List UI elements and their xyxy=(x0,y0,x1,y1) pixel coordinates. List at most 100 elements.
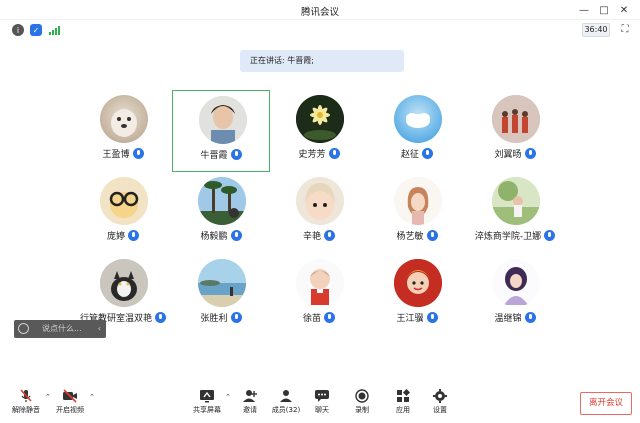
close-icon[interactable]: ✕ xyxy=(614,2,634,18)
participant-tile[interactable]: 王盈博 xyxy=(74,90,172,172)
chat-placeholder: 说点什么... xyxy=(42,324,82,333)
members-icon xyxy=(278,389,294,403)
participant-tile[interactable]: 庞婷 xyxy=(74,172,172,254)
participant-tile[interactable]: 辛艳 xyxy=(270,172,368,254)
microphone-icon xyxy=(132,148,144,159)
bottom-toolbar: 解除静音 ⌃ 开启视频 ⌃ 共享屏幕 ⌃ 邀请 成员(32) 聊天 录制 应用 … xyxy=(0,383,640,423)
window-title: 腾讯会议 xyxy=(300,7,339,18)
microphone-icon xyxy=(328,148,340,159)
participant-tile[interactable]: 淬炼商学院-卫娜 xyxy=(466,172,564,254)
start-video-button[interactable]: 开启视频 xyxy=(50,389,90,419)
shield-icon[interactable]: ✓ xyxy=(30,24,42,36)
chat-label: 聊天 xyxy=(315,406,329,414)
info-icon[interactable]: i xyxy=(12,24,24,36)
signal-icon[interactable] xyxy=(48,24,60,36)
share-screen-button[interactable]: 共享屏幕 xyxy=(187,389,227,419)
apps-icon xyxy=(395,388,411,403)
avatar xyxy=(198,259,246,307)
emoji-icon[interactable] xyxy=(18,323,29,334)
participant-name: 牛晋霞 xyxy=(200,151,228,161)
window-controls: — □ ✕ xyxy=(574,2,634,18)
chat-button[interactable]: 聊天 xyxy=(302,389,342,419)
participant-name: 赵征 xyxy=(400,150,419,160)
share-screen-label: 共享屏幕 xyxy=(193,406,221,414)
settings-label: 设置 xyxy=(433,406,447,414)
record-label: 录制 xyxy=(355,406,369,414)
participant-name: 徐苗 xyxy=(302,314,321,324)
speaking-banner: 正在讲话: 牛晋霞; xyxy=(240,50,404,72)
invite-button[interactable]: 邀请 xyxy=(230,389,270,419)
participant-tile[interactable]: 杨艺敏 xyxy=(368,172,466,254)
participant-name: 王江骥 xyxy=(396,314,424,324)
microphone-icon xyxy=(230,230,242,241)
members-label: 成员(32) xyxy=(271,406,301,414)
avatar xyxy=(296,259,344,307)
apps-button[interactable]: 应用 xyxy=(383,388,423,419)
share-screen-icon xyxy=(199,389,215,403)
participant-tile[interactable]: 杨毅鹏 xyxy=(172,172,270,254)
record-button[interactable]: 录制 xyxy=(342,389,382,419)
microphone-icon xyxy=(524,148,536,159)
unmute-label: 解除静音 xyxy=(12,406,40,414)
participant-name: 张胜利 xyxy=(200,314,228,324)
gear-icon xyxy=(432,389,448,403)
participant-name: 史芳芳 xyxy=(298,150,326,160)
microphone-icon xyxy=(155,312,166,323)
participant-name: 辛艳 xyxy=(302,232,321,242)
avatar xyxy=(296,95,344,143)
settings-button[interactable]: 设置 xyxy=(420,389,460,419)
chat-quick-input[interactable]: 说点什么... ‹ xyxy=(14,320,106,338)
participant-name: 刘翼旸 xyxy=(494,150,522,160)
participant-name: 杨毅鹏 xyxy=(200,232,228,242)
start-video-label: 开启视频 xyxy=(56,406,84,414)
avatar xyxy=(492,177,540,225)
microphone-icon xyxy=(524,312,536,323)
participant-name: 王盈博 xyxy=(102,150,130,160)
microphone-icon xyxy=(544,230,556,241)
video-off-icon xyxy=(62,389,78,403)
participant-tile[interactable]: 刘翼旸 xyxy=(466,90,564,172)
members-button[interactable]: 成员(32) xyxy=(266,389,306,419)
fullscreen-icon[interactable]: ⛶ xyxy=(619,24,631,36)
leave-meeting-button[interactable]: 离开会议 xyxy=(580,392,632,415)
participant-tile[interactable]: 史芳芳 xyxy=(270,90,368,172)
avatar xyxy=(394,95,442,143)
participant-name: 淬炼商学院-卫娜 xyxy=(474,232,542,242)
maximize-icon[interactable]: □ xyxy=(594,2,614,18)
participant-tile[interactable]: 王江骥 xyxy=(368,254,466,336)
avatar xyxy=(394,259,442,307)
avatar xyxy=(296,177,344,225)
chevron-up-icon[interactable]: ⌃ xyxy=(89,393,95,401)
record-icon xyxy=(354,389,370,403)
avatar xyxy=(198,177,246,225)
chevron-left-icon[interactable]: ‹ xyxy=(98,320,101,338)
microphone-muted-icon xyxy=(18,389,34,403)
microphone-icon xyxy=(426,230,438,241)
microphone-icon xyxy=(324,312,335,323)
participant-name: 温继锦 xyxy=(494,314,522,324)
avatar xyxy=(100,259,148,307)
participant-tile[interactable]: 徐苗 xyxy=(270,254,368,336)
invite-label: 邀请 xyxy=(243,406,257,414)
microphone-icon xyxy=(230,149,242,160)
participant-tile[interactable]: 温继锦 xyxy=(466,254,564,336)
microphone-icon xyxy=(324,230,335,241)
microphone-icon xyxy=(422,148,433,159)
microphone-icon xyxy=(426,312,438,323)
participant-name: 庞婷 xyxy=(106,232,125,242)
avatar xyxy=(100,95,148,143)
microphone-icon xyxy=(128,230,139,241)
avatar xyxy=(492,259,540,307)
minimize-icon[interactable]: — xyxy=(574,2,594,18)
chat-icon xyxy=(314,389,330,403)
participant-name: 杨艺敏 xyxy=(396,232,424,242)
apps-label: 应用 xyxy=(396,406,410,414)
participant-tile[interactable]: 张胜利 xyxy=(172,254,270,336)
avatar xyxy=(394,177,442,225)
participant-tile-active[interactable]: 牛晋霞 xyxy=(172,90,270,172)
microphone-icon xyxy=(230,312,242,323)
avatar xyxy=(492,95,540,143)
participant-tile[interactable]: 赵征 xyxy=(368,90,466,172)
unmute-button[interactable]: 解除静音 xyxy=(6,389,46,419)
add-user-icon xyxy=(242,389,258,403)
